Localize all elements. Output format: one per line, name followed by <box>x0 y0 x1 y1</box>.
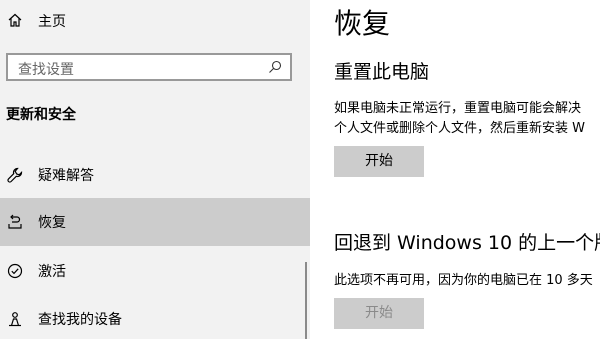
sidebar-item-label: 查找我的设备 <box>38 312 122 328</box>
activation-check-icon <box>6 262 24 280</box>
sidebar-item-label: 主页 <box>38 14 66 30</box>
sidebar-item-label: 疑难解答 <box>38 168 94 184</box>
sidebar-item-label: 恢复 <box>38 215 66 231</box>
sidebar-item-activation[interactable]: 激活 <box>0 247 310 295</box>
reset-pc-start-button[interactable]: 开始 <box>334 146 424 177</box>
sidebar-item-troubleshoot[interactable]: 疑难解答 <box>0 151 310 199</box>
wrench-icon <box>6 166 24 184</box>
search-placeholder: 查找设置 <box>18 62 74 78</box>
search-input[interactable]: 查找设置 <box>6 53 292 81</box>
search-icon <box>269 60 282 73</box>
recovery-icon <box>6 213 24 231</box>
reset-pc-heading: 重置此电脑 <box>334 61 430 83</box>
sidebar-item-label: 激活 <box>38 264 66 280</box>
main-content: 恢复 重置此电脑 如果电脑未正常运行，重置电脑可能会解决 个人文件或删除个人文件… <box>310 0 600 339</box>
sidebar-scrollbar[interactable] <box>305 262 307 339</box>
find-device-person-icon <box>6 310 24 328</box>
reset-pc-description-line2: 个人文件或删除个人文件，然后重新安装 W <box>334 121 585 136</box>
sidebar: 主页 查找设置 更新和安全 疑难解答 恢复 激活 查找我的设备 <box>0 0 310 339</box>
settings-window: 主页 查找设置 更新和安全 疑难解答 恢复 激活 查找我的设备 恢复 重置此电脑… <box>0 0 600 339</box>
rollback-description: 此选项不再可用，因为你的电脑已在 10 多天 <box>334 273 593 288</box>
page-title: 恢复 <box>334 7 391 40</box>
sidebar-section-title: 更新和安全 <box>6 107 76 123</box>
sidebar-item-home[interactable]: 主页 <box>0 0 310 40</box>
home-icon <box>6 11 24 29</box>
sidebar-item-recovery[interactable]: 恢复 <box>0 198 310 246</box>
rollback-start-button: 开始 <box>334 298 424 329</box>
rollback-heading: 回退到 Windows 10 的上一个版 <box>334 232 600 254</box>
reset-pc-description-line1: 如果电脑未正常运行，重置电脑可能会解决 <box>334 101 582 116</box>
sidebar-item-find-my-device[interactable]: 查找我的设备 <box>0 295 310 339</box>
